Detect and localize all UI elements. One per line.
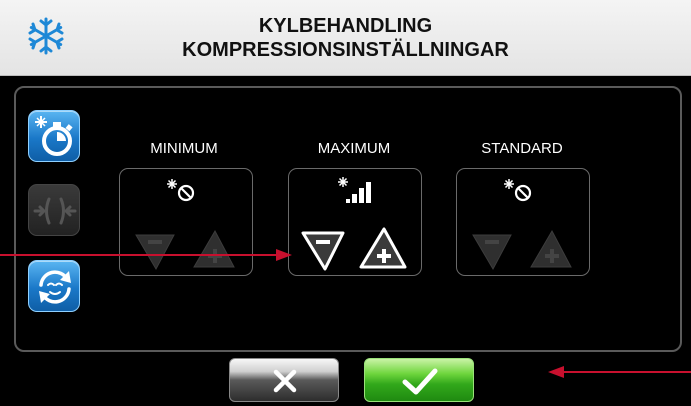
plus-button[interactable] bbox=[530, 229, 572, 268]
cooling-off-icon bbox=[167, 179, 195, 202]
cycle-relax-button[interactable] bbox=[28, 260, 80, 312]
close-icon bbox=[273, 369, 297, 393]
card-standard bbox=[456, 168, 590, 276]
cooling-timer-button[interactable] bbox=[28, 110, 80, 162]
compression-button[interactable] bbox=[28, 184, 80, 236]
label-maximum: MAXIMUM bbox=[317, 140, 391, 157]
label-minimum: MINIMUM bbox=[150, 140, 218, 157]
compression-icon bbox=[33, 197, 77, 225]
cancel-button[interactable] bbox=[229, 358, 339, 402]
title-line-1: KYLBEHANDLING bbox=[258, 15, 433, 37]
checkmark-icon bbox=[402, 368, 438, 395]
cooling-off-icon bbox=[504, 179, 532, 202]
label-standard: STANDARD bbox=[481, 140, 563, 157]
minus-button[interactable] bbox=[472, 234, 512, 271]
plus-button[interactable] bbox=[359, 227, 407, 269]
card-maximum bbox=[288, 168, 422, 276]
annotation-arrow-to-maximum bbox=[0, 249, 292, 261]
header-bar: KYLBEHANDLING KOMPRESSIONSINSTÄLLNINGAR bbox=[0, 0, 691, 76]
confirm-button[interactable] bbox=[364, 358, 474, 402]
page-title: KYLBEHANDLING KOMPRESSIONSINSTÄLLNINGAR bbox=[0, 14, 691, 62]
annotation-arrow-to-panel bbox=[548, 366, 691, 378]
cycle-relax-icon bbox=[39, 270, 71, 304]
title-line-2: KOMPRESSIONSINSTÄLLNINGAR bbox=[182, 39, 509, 61]
cooling-signal-icon bbox=[338, 177, 371, 203]
minus-button[interactable] bbox=[301, 231, 345, 271]
settings-panel: MINIMUM MAXIMUM STANDARD bbox=[14, 86, 682, 352]
cooling-timer-icon bbox=[35, 116, 73, 156]
